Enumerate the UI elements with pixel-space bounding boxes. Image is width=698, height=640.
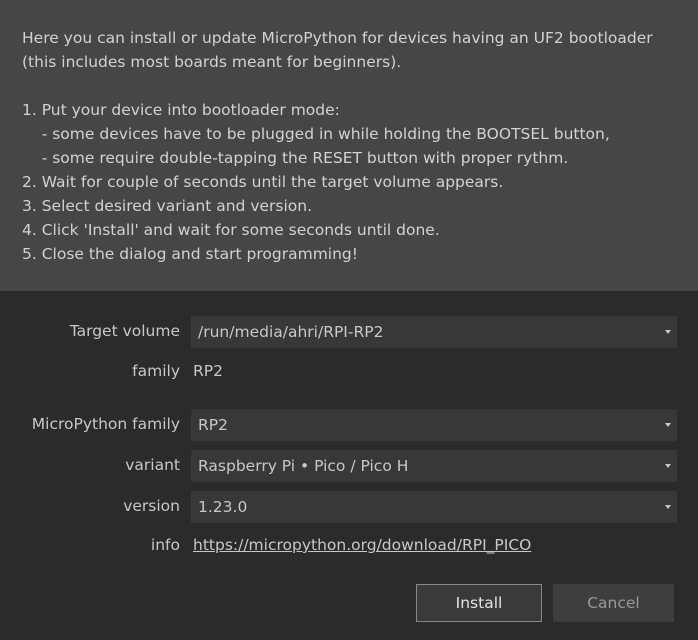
family-value: RP2 [193,362,223,380]
intro-line: 3. Select desired variant and version. [22,197,313,215]
target-volume-label: Target volume [69,322,180,340]
version-value: 1.23.0 [198,498,248,516]
intro-line: 5. Close the dialog and start programmin… [22,245,358,263]
target-volume-value: /run/media/ahri/RPI-RP2 [198,323,384,341]
info-link[interactable]: https://micropython.org/download/RPI_PIC… [193,536,531,554]
intro-line: 4. Click 'Install' and wait for some sec… [22,221,440,239]
intro-line: - some require double-tapping the RESET … [22,149,569,167]
intro-line: Here you can install or update MicroPyth… [22,29,653,47]
micropython-family-label: MicroPython family [31,415,180,433]
instructions-panel: Here you can install or update MicroPyth… [0,0,698,291]
install-button[interactable]: Install [416,584,542,622]
micropython-family-value: RP2 [198,416,228,434]
chevron-down-icon [665,464,671,468]
chevron-down-icon [665,423,671,427]
variant-select[interactable]: Raspberry Pi • Pico / Pico H [191,450,677,482]
version-select[interactable]: 1.23.0 [191,491,677,523]
variant-value: Raspberry Pi • Pico / Pico H [198,457,409,475]
family-label: family [132,362,180,380]
micropython-family-select[interactable]: RP2 [191,409,677,441]
intro-line: (this includes most boards meant for beg… [22,53,402,71]
version-label: version [123,497,180,515]
intro-line: 2. Wait for couple of seconds until the … [22,173,504,191]
target-volume-select[interactable]: /run/media/ahri/RPI-RP2 [191,316,677,348]
chevron-down-icon [665,330,671,334]
info-label: info [150,536,180,554]
intro-line: 1. Put your device into bootloader mode: [22,101,340,119]
variant-label: variant [125,456,180,474]
cancel-button[interactable]: Cancel [553,584,674,622]
chevron-down-icon [665,505,671,509]
intro-line: - some devices have to be plugged in whi… [22,125,610,143]
